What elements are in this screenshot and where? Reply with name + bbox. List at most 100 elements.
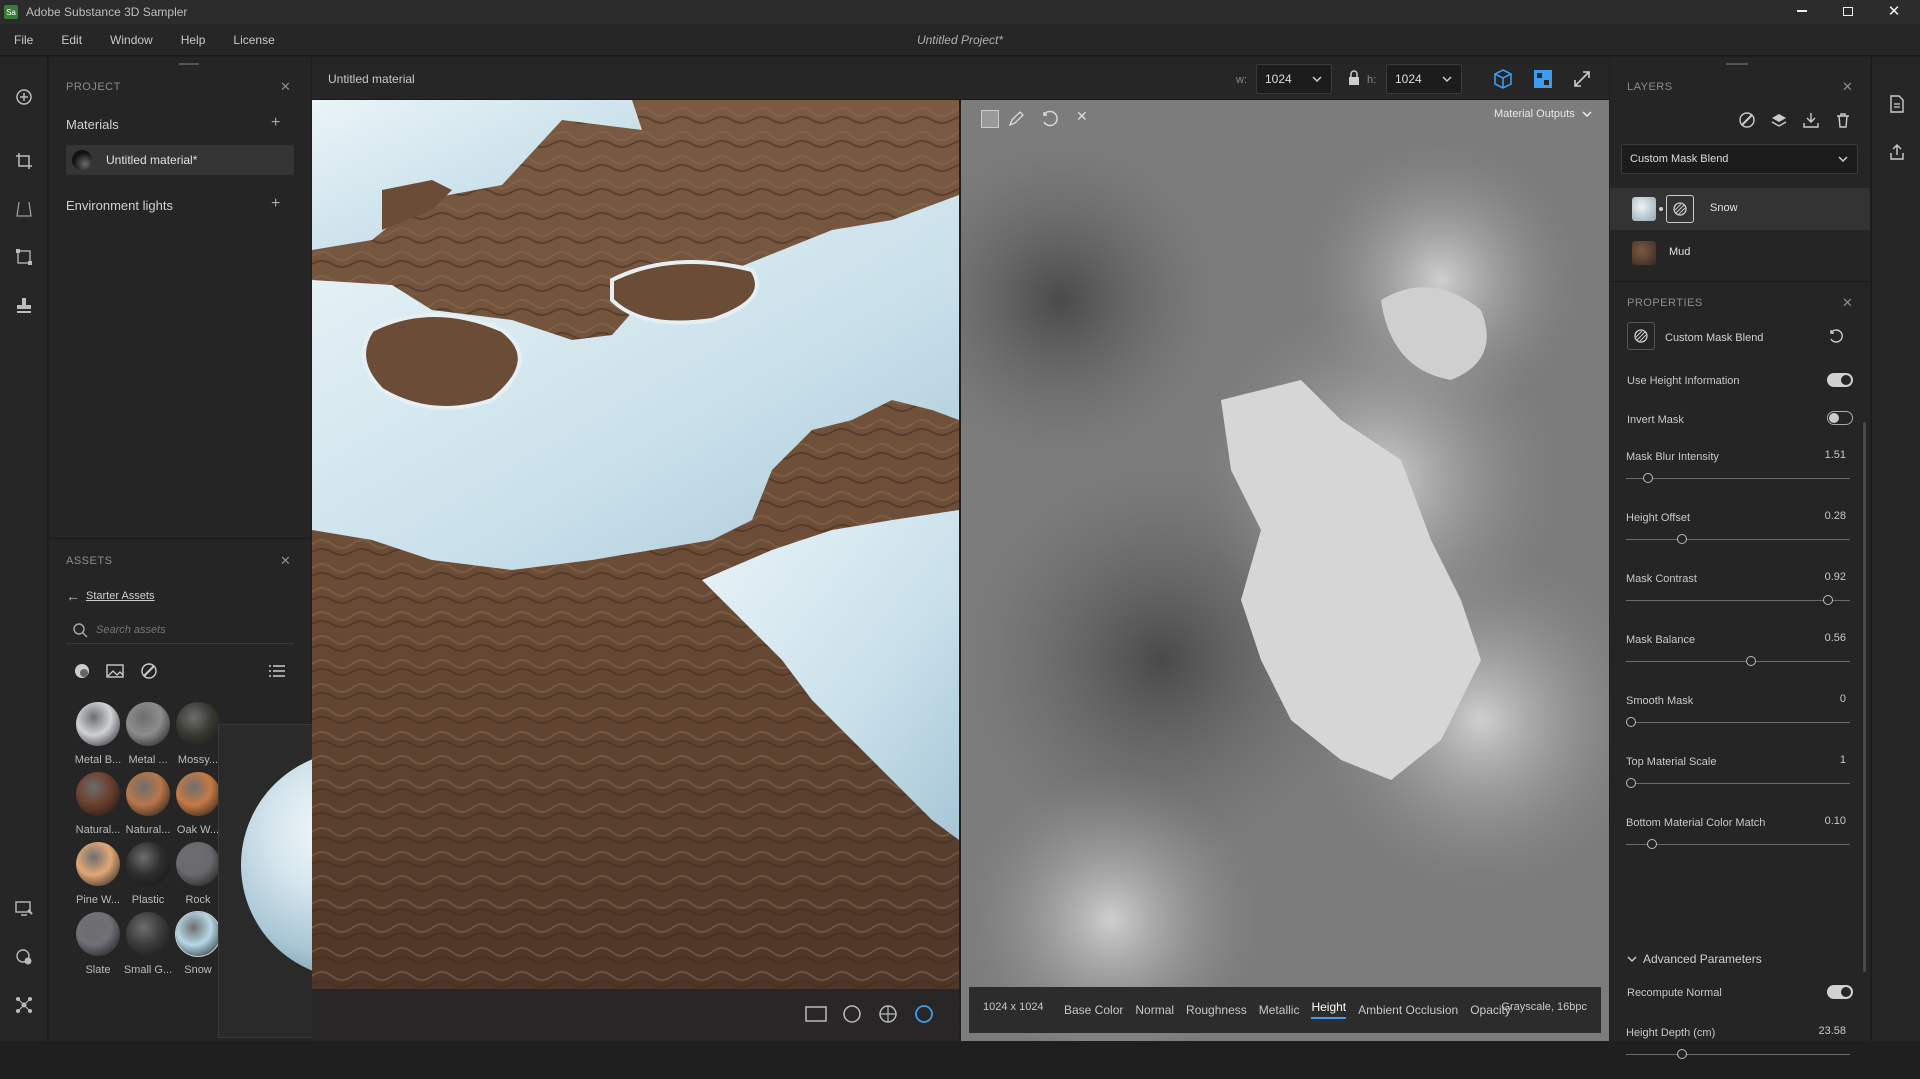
blend-mode-select[interactable]: Custom Mask Blend: [1621, 144, 1858, 174]
reset-icon[interactable]: [1829, 329, 1845, 345]
materials-settings-icon[interactable]: [12, 945, 36, 969]
search-input[interactable]: [96, 620, 286, 640]
asset-item[interactable]: Small G...: [123, 912, 173, 980]
channel-tab[interactable]: Height: [1311, 1000, 1347, 1019]
close-icon[interactable]: ✕: [1876, 0, 1912, 22]
material-outputs-select[interactable]: Material Outputs: [1494, 108, 1593, 120]
slider-knob[interactable]: [1643, 473, 1653, 483]
menu-window[interactable]: Window: [110, 33, 153, 47]
stamp-icon[interactable]: [12, 293, 36, 317]
starter-assets-back-link[interactable]: ← Starter Assets: [66, 588, 154, 604]
slider-value[interactable]: 1: [1840, 754, 1846, 766]
3d-view-icon[interactable]: [1492, 68, 1514, 90]
crop-icon[interactable]: [12, 149, 36, 173]
recompute-normal-toggle[interactable]: [1827, 985, 1853, 999]
channel-tab[interactable]: Ambient Occlusion: [1358, 1003, 1458, 1017]
menu-license[interactable]: License: [233, 33, 274, 47]
asset-item[interactable]: Oak W...: [173, 772, 223, 840]
slider-value[interactable]: 0.56: [1825, 632, 1846, 644]
width-select[interactable]: 1024: [1256, 64, 1332, 94]
lock-icon[interactable]: [1347, 70, 1361, 86]
add-icon[interactable]: [12, 85, 36, 109]
color-swatch[interactable]: [981, 110, 999, 128]
material-item[interactable]: Untitled material*: [66, 145, 294, 175]
transform-icon[interactable]: [12, 245, 36, 269]
list-view-icon[interactable]: [268, 662, 286, 680]
perspective-icon[interactable]: [12, 197, 36, 221]
close-tool-icon[interactable]: ✕: [1076, 108, 1088, 125]
layer-row-mud[interactable]: Mud: [1610, 232, 1870, 274]
project-close-icon[interactable]: ✕: [280, 79, 291, 95]
asset-item[interactable]: Slate: [73, 912, 123, 980]
trash-icon[interactable]: [1834, 111, 1852, 129]
menu-help[interactable]: Help: [181, 33, 206, 47]
asset-item[interactable]: Pine W...: [73, 842, 123, 910]
add-layer-icon[interactable]: [1770, 111, 1788, 129]
asset-item[interactable]: Metal ...: [123, 702, 173, 770]
asset-item[interactable]: Snow: [173, 911, 223, 980]
asset-item[interactable]: Natural...: [123, 772, 173, 840]
slider-knob[interactable]: [1677, 534, 1687, 544]
export-icon[interactable]: [1802, 111, 1820, 129]
slider-value[interactable]: 0: [1840, 693, 1846, 705]
minimize-icon[interactable]: [1784, 0, 1820, 22]
properties-scrollbar[interactable]: [1863, 422, 1866, 972]
add-environment-icon[interactable]: +: [271, 195, 280, 213]
add-material-icon[interactable]: +: [271, 114, 280, 132]
restore-icon[interactable]: [1830, 0, 1866, 22]
slider-knob[interactable]: [1677, 1049, 1687, 1059]
pen-icon[interactable]: [1007, 110, 1025, 128]
slider-value[interactable]: 23.58: [1818, 1025, 1846, 1037]
slider-knob[interactable]: [1823, 595, 1833, 605]
asset-item[interactable]: Plastic: [123, 842, 173, 910]
expand-icon[interactable]: [1572, 69, 1592, 89]
height-select[interactable]: 1024: [1386, 64, 1462, 94]
layers-close-icon[interactable]: ✕: [1842, 79, 1853, 95]
slider-value[interactable]: 0.10: [1825, 815, 1846, 827]
panel-drag-handle[interactable]: [179, 63, 199, 65]
filters-filter-icon[interactable]: [140, 662, 158, 680]
undo-icon[interactable]: [1041, 110, 1059, 128]
add-filter-icon[interactable]: [1738, 111, 1756, 129]
channel-tab[interactable]: Roughness: [1186, 1003, 1247, 1017]
asset-label: Small G...: [123, 964, 173, 976]
channel-tab[interactable]: Metallic: [1259, 1003, 1300, 1017]
slider-value[interactable]: 1.51: [1825, 449, 1846, 461]
3d-viewport[interactable]: [312, 100, 959, 1041]
menu-file[interactable]: File: [14, 33, 33, 47]
share-icon[interactable]: [1888, 143, 1906, 161]
2d-viewport[interactable]: ✕ Material Outputs 1024 x 1024 Base Colo…: [961, 100, 1609, 1041]
materials-filter-icon[interactable]: [73, 662, 91, 680]
split-view-icon[interactable]: [1532, 68, 1554, 90]
slider-track: [1626, 661, 1850, 662]
advanced-parameters-toggle[interactable]: Advanced Parameters: [1627, 952, 1762, 966]
slider-knob[interactable]: [1626, 778, 1636, 788]
layer-row-snow[interactable]: Snow: [1610, 188, 1870, 230]
slider-value[interactable]: 0.28: [1825, 510, 1846, 522]
slider-knob[interactable]: [1626, 717, 1636, 727]
slider-knob[interactable]: [1647, 839, 1657, 849]
asset-item[interactable]: Natural...: [73, 772, 123, 840]
channel-tab[interactable]: Base Color: [1064, 1003, 1123, 1017]
asset-search-field[interactable]: [66, 616, 294, 644]
asset-item[interactable]: Metal B...: [73, 702, 123, 770]
plugins-icon[interactable]: [12, 993, 36, 1017]
mask-blend-icon[interactable]: [1666, 195, 1694, 223]
document-export-icon[interactable]: [1888, 95, 1906, 113]
slider-value[interactable]: 0.92: [1825, 571, 1846, 583]
channel-tab[interactable]: Normal: [1135, 1003, 1174, 1017]
images-filter-icon[interactable]: [106, 662, 124, 680]
asset-label: Pine W...: [75, 894, 121, 906]
asset-item[interactable]: Rock: [173, 842, 223, 910]
slider-knob[interactable]: [1746, 656, 1756, 666]
invert-mask-toggle[interactable]: [1827, 411, 1853, 425]
asset-item[interactable]: Mossy...: [173, 702, 223, 770]
use-height-toggle[interactable]: [1827, 373, 1853, 387]
display-icon[interactable]: [12, 897, 36, 921]
slider-label: Mask Balance: [1626, 634, 1696, 646]
menu-edit[interactable]: Edit: [61, 33, 82, 47]
assets-close-icon[interactable]: ✕: [280, 553, 291, 569]
material-thumbnail: [72, 150, 92, 170]
properties-close-icon[interactable]: ✕: [1842, 295, 1853, 311]
panel-drag-handle[interactable]: [1726, 63, 1748, 65]
